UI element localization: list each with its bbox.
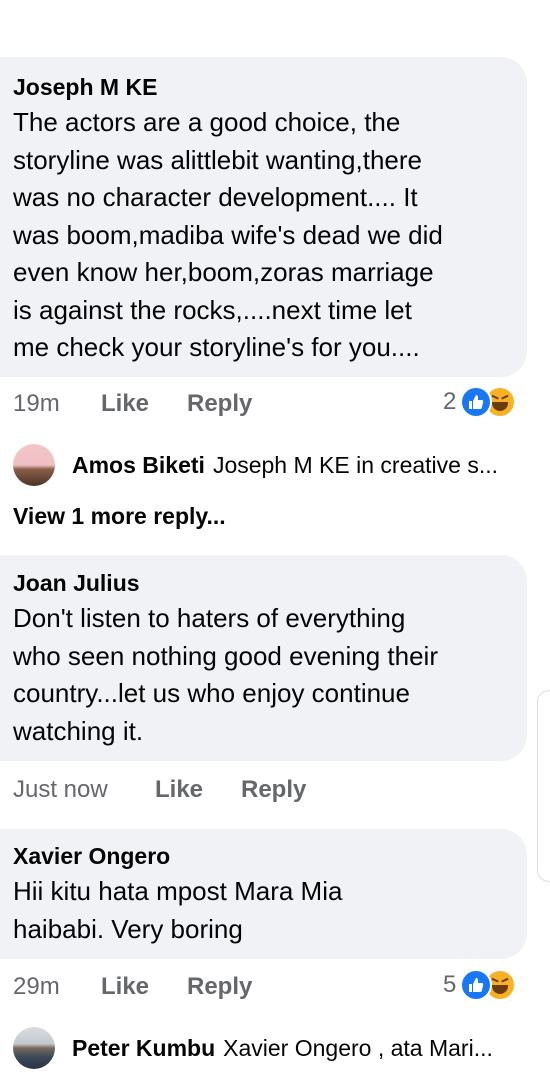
comment-actions: Just now Like Reply — [13, 774, 306, 806]
comment-author[interactable]: Joseph M KE — [13, 73, 511, 101]
comment-bubble: Joan Julius Don't listen to haters of ev… — [0, 555, 527, 761]
avatar[interactable] — [13, 1027, 55, 1069]
avatar[interactable] — [13, 444, 55, 486]
view-more-replies-link[interactable]: View 1 more reply... — [13, 503, 226, 530]
comment-bubble: Xavier Ongero Hii kitu hata mpost Mara M… — [0, 829, 527, 959]
reaction-summary[interactable]: 2 — [443, 386, 517, 418]
comment-author[interactable]: Joan Julius — [13, 569, 511, 597]
comment-bubble: Joseph M KE The actors are a good choice… — [0, 57, 527, 377]
reply-snippet: Joseph M KE in creative s... — [212, 451, 499, 478]
reply-button[interactable]: Reply — [241, 774, 306, 806]
comment-text: Don't listen to haters of everything who… — [13, 603, 438, 746]
like-button[interactable]: Like — [101, 971, 187, 1003]
like-button[interactable]: Like — [101, 388, 187, 420]
reply-author[interactable]: Peter Kumbu — [72, 1035, 215, 1062]
like-icon — [460, 386, 493, 418]
reaction-summary[interactable]: 5 — [443, 969, 517, 1001]
comment-author[interactable]: Xavier Ongero — [13, 842, 511, 870]
like-button[interactable]: Like — [155, 774, 241, 806]
reply-author[interactable]: Amos Biketi — [72, 452, 205, 479]
reply-button[interactable]: Reply — [187, 971, 252, 1003]
reply-snippet: Xavier Ongero , ata Mari... — [223, 1034, 493, 1061]
comment-text: The actors are a good choice, the storyl… — [13, 107, 443, 362]
comment-actions: 29m Like Reply — [13, 971, 252, 1003]
comment-timestamp[interactable]: 19m — [13, 388, 101, 420]
comment-text: Hii kitu hata mpost Mara Mia haibabi. Ve… — [13, 876, 343, 944]
reaction-count: 5 — [443, 971, 457, 998]
comment-timestamp[interactable]: Just now — [13, 774, 155, 806]
comment-timestamp[interactable]: 29m — [13, 971, 101, 1003]
reaction-count: 2 — [443, 388, 457, 415]
reply-preview[interactable]: Peter Kumbu Xavier Ongero , ata Mari... — [13, 1027, 493, 1069]
comment-actions: 19m Like Reply — [13, 388, 252, 420]
scroll-edge-handle — [537, 690, 550, 882]
reply-preview[interactable]: Amos Biketi Joseph M KE in creative s... — [13, 444, 498, 486]
reply-button[interactable]: Reply — [187, 388, 252, 420]
like-icon — [460, 969, 493, 1001]
